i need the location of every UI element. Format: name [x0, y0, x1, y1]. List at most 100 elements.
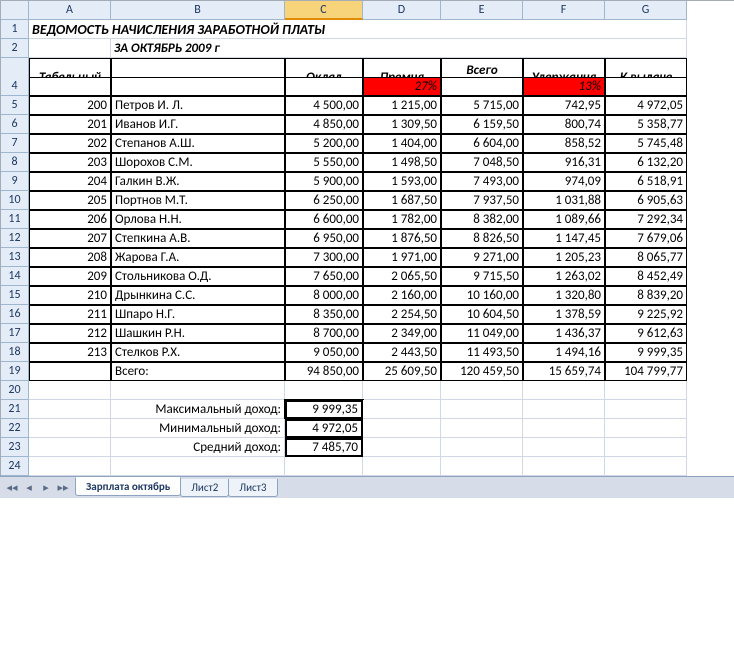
- cell-d-3[interactable]: 1 498,50: [363, 153, 441, 172]
- cell-e-9[interactable]: 9 715,50: [441, 267, 523, 286]
- row-header-2[interactable]: 2: [1, 39, 29, 58]
- cell-e-10[interactable]: 10 160,00: [441, 286, 523, 305]
- cell-d-0[interactable]: 1 215,00: [363, 96, 441, 115]
- cell-g-9[interactable]: 8 452,49: [605, 267, 687, 286]
- cell-num-10[interactable]: 210: [29, 286, 111, 305]
- cell-g-10[interactable]: 8 839,20: [605, 286, 687, 305]
- cell-g-0[interactable]: 4 972,05: [605, 96, 687, 115]
- row-header-10[interactable]: 10: [1, 191, 29, 210]
- cell-d-7[interactable]: 1 876,50: [363, 229, 441, 248]
- cell-num-1[interactable]: 201: [29, 115, 111, 134]
- row-header-19[interactable]: 19: [1, 362, 29, 381]
- cell-r20c2[interactable]: [285, 381, 363, 400]
- cell-r22x0[interactable]: [363, 419, 441, 438]
- cell-name-0[interactable]: Петров И. Л.: [111, 96, 285, 115]
- cell-g-6[interactable]: 7 292,34: [605, 210, 687, 229]
- row-header-6[interactable]: 6: [1, 115, 29, 134]
- select-all-corner[interactable]: [1, 1, 29, 20]
- cell-name-13[interactable]: Стелков Р.Х.: [111, 343, 285, 362]
- cell-d-5[interactable]: 1 687,50: [363, 191, 441, 210]
- cell-c-9[interactable]: 7 650,00: [285, 267, 363, 286]
- cell-c-0[interactable]: 4 500,00: [285, 96, 363, 115]
- cell-f-12[interactable]: 1 436,37: [523, 324, 605, 343]
- cell-c-1[interactable]: 4 850,00: [285, 115, 363, 134]
- cell-d-9[interactable]: 2 065,50: [363, 267, 441, 286]
- cell-d-8[interactable]: 1 971,00: [363, 248, 441, 267]
- cell-e-1[interactable]: 6 159,50: [441, 115, 523, 134]
- cell-g-8[interactable]: 8 065,77: [605, 248, 687, 267]
- cell-b4[interactable]: [111, 77, 285, 96]
- row-header-24[interactable]: 24: [1, 457, 29, 476]
- cell-c-7[interactable]: 6 950,00: [285, 229, 363, 248]
- cell-a23[interactable]: [29, 438, 111, 457]
- col-header-D[interactable]: D: [363, 1, 441, 20]
- cell-g-7[interactable]: 7 679,06: [605, 229, 687, 248]
- cell-r21x3[interactable]: [605, 400, 687, 419]
- cell-d-13[interactable]: 2 443,50: [363, 343, 441, 362]
- cell-r22x3[interactable]: [605, 419, 687, 438]
- cell-r20c4[interactable]: [441, 381, 523, 400]
- cell-name-11[interactable]: Шпаро Н.Г.: [111, 305, 285, 324]
- cell-e4[interactable]: [441, 77, 523, 96]
- cell-r20c0[interactable]: [29, 381, 111, 400]
- cell-num-12[interactable]: 212: [29, 324, 111, 343]
- cell-r23x3[interactable]: [605, 438, 687, 457]
- sheet-tab-1[interactable]: Зарплата октябрь: [75, 477, 181, 496]
- cell-r24c0[interactable]: [29, 457, 111, 476]
- cell-f-9[interactable]: 1 263,02: [523, 267, 605, 286]
- cell-name-10[interactable]: Дрынкина С.С.: [111, 286, 285, 305]
- cell-num-11[interactable]: 211: [29, 305, 111, 324]
- cell-r24c2[interactable]: [285, 457, 363, 476]
- cell-c-3[interactable]: 5 550,00: [285, 153, 363, 172]
- cell-r24c1[interactable]: [111, 457, 285, 476]
- cell-d-1[interactable]: 1 309,50: [363, 115, 441, 134]
- cell-g-2[interactable]: 5 745,48: [605, 134, 687, 153]
- row-header-15[interactable]: 15: [1, 286, 29, 305]
- row-header-21[interactable]: 21: [1, 400, 29, 419]
- cell-name-3[interactable]: Шорохов С.М.: [111, 153, 285, 172]
- cell-e-0[interactable]: 5 715,00: [441, 96, 523, 115]
- cell-d-2[interactable]: 1 404,00: [363, 134, 441, 153]
- cell-f-4[interactable]: 974,09: [523, 172, 605, 191]
- cell-g4[interactable]: [605, 77, 687, 96]
- cell-g-13[interactable]: 9 999,35: [605, 343, 687, 362]
- row-header-1[interactable]: 1: [1, 20, 29, 39]
- cell-e-8[interactable]: 9 271,00: [441, 248, 523, 267]
- cell-g-12[interactable]: 9 612,63: [605, 324, 687, 343]
- cell-f-10[interactable]: 1 320,80: [523, 286, 605, 305]
- cell-c-10[interactable]: 8 000,00: [285, 286, 363, 305]
- cell-name-12[interactable]: Шашкин Р.Н.: [111, 324, 285, 343]
- row-header-11[interactable]: 11: [1, 210, 29, 229]
- cell-num-5[interactable]: 205: [29, 191, 111, 210]
- cell-a22[interactable]: [29, 419, 111, 438]
- cell-a21[interactable]: [29, 400, 111, 419]
- cell-r24c3[interactable]: [363, 457, 441, 476]
- cell-f-8[interactable]: 1 205,23: [523, 248, 605, 267]
- cell-r24c5[interactable]: [523, 457, 605, 476]
- cell-name-2[interactable]: Степанов А.Ш.: [111, 134, 285, 153]
- cell-c-12[interactable]: 8 700,00: [285, 324, 363, 343]
- cell-num-4[interactable]: 204: [29, 172, 111, 191]
- cell-f-5[interactable]: 1 031,88: [523, 191, 605, 210]
- cell-f-0[interactable]: 742,95: [523, 96, 605, 115]
- cell-c-5[interactable]: 6 250,00: [285, 191, 363, 210]
- cell-f-13[interactable]: 1 494,16: [523, 343, 605, 362]
- cell-c-2[interactable]: 5 200,00: [285, 134, 363, 153]
- cell-name-5[interactable]: Портнов М.Т.: [111, 191, 285, 210]
- cell-r23x0[interactable]: [363, 438, 441, 457]
- row-header-20[interactable]: 20: [1, 381, 29, 400]
- cell-a4[interactable]: [29, 77, 111, 96]
- cell-a2[interactable]: [29, 39, 111, 58]
- cell-f-7[interactable]: 1 147,45: [523, 229, 605, 248]
- tab-next-icon[interactable]: ▸: [38, 480, 54, 496]
- cell-r21x1[interactable]: [441, 400, 523, 419]
- cell-g-4[interactable]: 6 518,91: [605, 172, 687, 191]
- cell-r22x1[interactable]: [441, 419, 523, 438]
- cell-r21x0[interactable]: [363, 400, 441, 419]
- cell-e-2[interactable]: 6 604,00: [441, 134, 523, 153]
- cell-name-1[interactable]: Иванов И.Г.: [111, 115, 285, 134]
- cell-c-13[interactable]: 9 050,00: [285, 343, 363, 362]
- cell-name-4[interactable]: Галкин В.Ж.: [111, 172, 285, 191]
- col-header-C[interactable]: C: [285, 1, 363, 20]
- cell-d-6[interactable]: 1 782,00: [363, 210, 441, 229]
